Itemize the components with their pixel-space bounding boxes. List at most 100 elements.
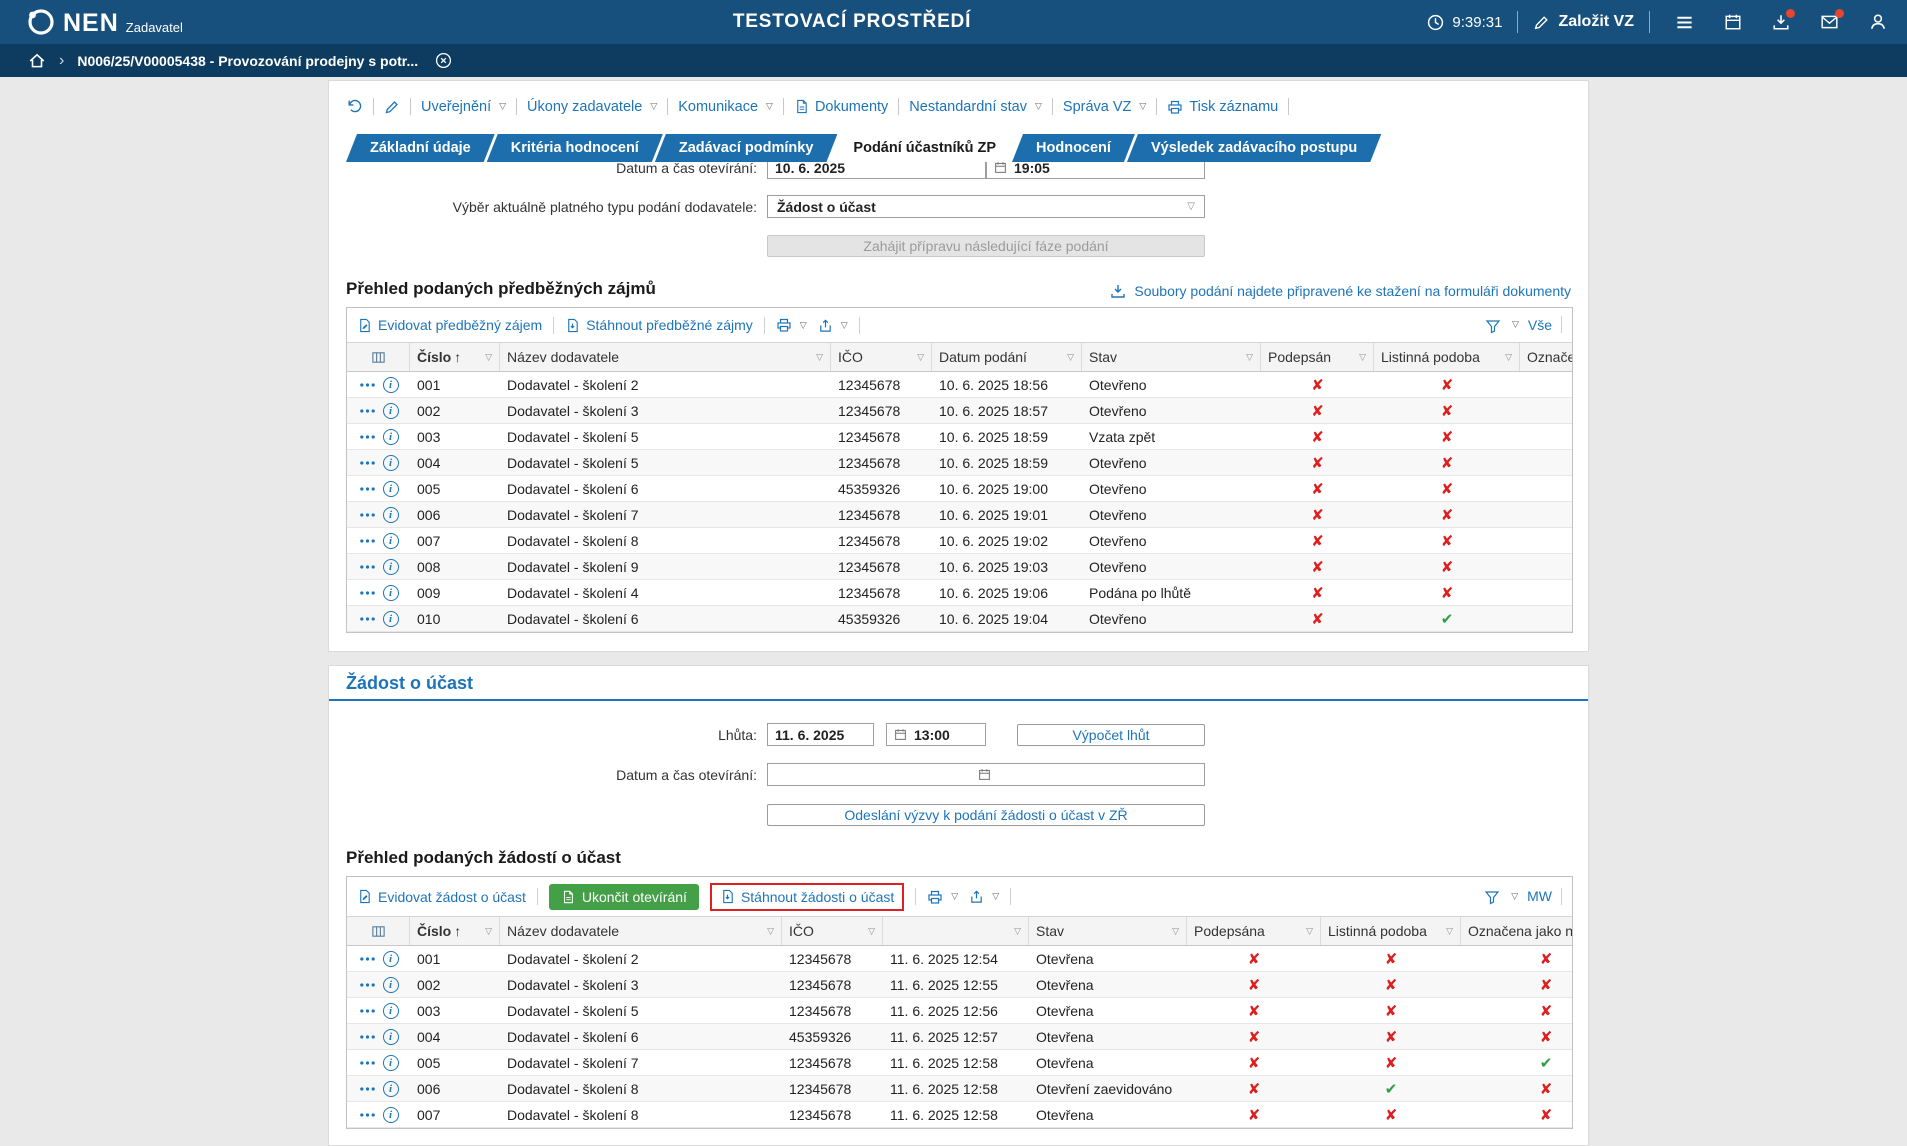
column-settings-button[interactable]: [347, 343, 410, 371]
tab-vysledek[interactable]: Výsledek zadávacího postupu: [1127, 134, 1381, 162]
table-row[interactable]: i 005 Dodavatel - školení 7 12345678 11.…: [347, 1050, 1572, 1076]
submission-type-select[interactable]: Žádost o účast ▽: [767, 195, 1205, 218]
info-icon[interactable]: i: [383, 533, 399, 549]
close-breadcrumb-button[interactable]: [435, 52, 452, 69]
start-next-phase-button[interactable]: Zahájit přípravu následující fáze podání: [767, 235, 1205, 257]
row-actions-button[interactable]: [359, 1086, 376, 1092]
submission-files-link[interactable]: Soubory podání najdete připravené ke sta…: [1110, 283, 1571, 299]
print-record-button[interactable]: Tisk záznamu: [1167, 99, 1278, 115]
info-icon[interactable]: i: [383, 429, 399, 445]
nen-logo[interactable]: NEN Zadavatel: [0, 7, 183, 37]
profile-button[interactable]: [1869, 13, 1887, 31]
tab-podani-ucastniku-zp[interactable]: Podání účastníků ZP: [829, 134, 1020, 162]
column-header-listinna[interactable]: Listinná podoba▽: [1321, 917, 1461, 945]
info-icon[interactable]: i: [383, 559, 399, 575]
row-actions-button[interactable]: [359, 1034, 376, 1040]
messages-button[interactable]: [1820, 13, 1839, 31]
tab-kriteria-hodnoceni[interactable]: Kritéria hodnocení: [487, 134, 663, 162]
export-table-button[interactable]: ▽: [969, 889, 999, 904]
table-row[interactable]: i 007 Dodavatel - školení 8 12345678 11.…: [347, 1102, 1572, 1128]
column-header-dodavatel[interactable]: Název dodavatele▽: [500, 917, 782, 945]
menu-uverejneni[interactable]: Uveřejnění▽: [421, 99, 506, 115]
opening-date-input[interactable]: 10. 6. 2025: [767, 162, 986, 179]
filter-button[interactable]: [1484, 888, 1500, 905]
column-header-datum[interactable]: Datum podání▽: [932, 343, 1082, 371]
column-header-podepsana[interactable]: Podepsána▽: [1187, 917, 1321, 945]
info-icon[interactable]: i: [383, 377, 399, 393]
row-actions-button[interactable]: [359, 538, 376, 544]
filter-button[interactable]: [1485, 316, 1501, 333]
table-row[interactable]: i 007 Dodavatel - školení 8 12345678 10.…: [347, 528, 1572, 554]
row-actions-button[interactable]: [359, 460, 376, 466]
breadcrumb-item[interactable]: N006/25/V00005438 - Provozování prodejny…: [77, 53, 418, 69]
view-selector[interactable]: Vše: [1528, 317, 1552, 333]
create-vz-button[interactable]: Založit VZ: [1533, 13, 1634, 31]
row-actions-button[interactable]: [359, 590, 376, 596]
column-header-dodavatel[interactable]: Název dodavatele▽: [500, 343, 831, 371]
info-icon[interactable]: i: [383, 481, 399, 497]
column-header-podepsan[interactable]: Podepsán▽: [1261, 343, 1374, 371]
info-icon[interactable]: i: [383, 1029, 399, 1045]
lhuta-time-input[interactable]: 13:00: [886, 723, 986, 746]
menu-nestandardni-stav[interactable]: Nestandardní stav▽: [909, 99, 1042, 115]
menu-sprava-vz[interactable]: Správa VZ▽: [1063, 99, 1146, 115]
downloads-button[interactable]: [1772, 13, 1790, 31]
table-row[interactable]: i 004 Dodavatel - školení 5 12345678 10.…: [347, 450, 1572, 476]
column-header-stav[interactable]: Stav▽: [1029, 917, 1187, 945]
evidovat-zadost-button[interactable]: Evidovat žádost o účast: [357, 889, 526, 905]
export-table-button[interactable]: ▽: [818, 318, 848, 333]
view-selector[interactable]: MW: [1527, 888, 1552, 904]
column-header-cislo[interactable]: Číslo↑▽: [410, 917, 500, 945]
column-header-cislo[interactable]: Číslo↑▽: [410, 343, 500, 371]
history-button[interactable]: [346, 98, 363, 115]
table-row[interactable]: i 010 Dodavatel - školení 6 45359326 10.…: [347, 606, 1572, 632]
table-row[interactable]: i 005 Dodavatel - školení 6 45359326 10.…: [347, 476, 1572, 502]
tab-zadavaci-podminky[interactable]: Zadávací podmínky: [655, 134, 838, 162]
table-row[interactable]: i 003 Dodavatel - školení 5 12345678 11.…: [347, 998, 1572, 1024]
info-icon[interactable]: i: [383, 1107, 399, 1123]
stahnout-zajmy-button[interactable]: Stáhnout předběžné zájmy: [565, 317, 753, 333]
column-settings-button[interactable]: [347, 917, 410, 945]
table-row[interactable]: i 004 Dodavatel - školení 6 45359326 11.…: [347, 1024, 1572, 1050]
row-actions-button[interactable]: [359, 982, 376, 988]
column-header-oznacena[interactable]: Označena jako ne: [1461, 917, 1573, 945]
column-header-oznacen[interactable]: Označe: [1520, 343, 1573, 371]
row-actions-button[interactable]: [359, 486, 376, 492]
opening-datetime-input[interactable]: [767, 763, 1205, 786]
print-table-button[interactable]: ▽: [927, 889, 958, 905]
odeslani-vyzvy-button[interactable]: Odeslání výzvy k podání žádosti o účast …: [767, 804, 1205, 826]
ukoncit-otevirani-button[interactable]: Ukončit otevírání: [549, 884, 699, 910]
table-row[interactable]: i 006 Dodavatel - školení 8 12345678 11.…: [347, 1076, 1572, 1102]
row-actions-button[interactable]: [359, 512, 376, 518]
tab-zakladni-udaje[interactable]: Základní údaje: [346, 134, 495, 162]
row-actions-button[interactable]: [359, 616, 376, 622]
calendar-button[interactable]: [1724, 13, 1742, 31]
column-header-listinna[interactable]: Listinná podoba▽: [1374, 343, 1520, 371]
row-actions-button[interactable]: [359, 564, 376, 570]
opening-time-input[interactable]: 19:05: [986, 162, 1205, 179]
info-icon[interactable]: i: [383, 1081, 399, 1097]
vypocet-lhut-button[interactable]: Výpočet lhůt: [1017, 724, 1205, 746]
info-icon[interactable]: i: [383, 507, 399, 523]
table-row[interactable]: i 008 Dodavatel - školení 9 12345678 10.…: [347, 554, 1572, 580]
evidovat-zajem-button[interactable]: Evidovat předběžný zájem: [357, 317, 542, 333]
table-row[interactable]: i 006 Dodavatel - školení 7 12345678 10.…: [347, 502, 1572, 528]
table-row[interactable]: i 009 Dodavatel - školení 4 12345678 10.…: [347, 580, 1572, 606]
column-header-ico[interactable]: IČO▽: [782, 917, 883, 945]
row-actions-button[interactable]: [359, 1008, 376, 1014]
menu-komunikace[interactable]: Komunikace▽: [678, 99, 773, 115]
info-icon[interactable]: i: [383, 585, 399, 601]
info-icon[interactable]: i: [383, 611, 399, 627]
info-icon[interactable]: i: [383, 951, 399, 967]
info-icon[interactable]: i: [383, 455, 399, 471]
table-row[interactable]: i 003 Dodavatel - školení 5 12345678 10.…: [347, 424, 1572, 450]
row-actions-button[interactable]: [359, 434, 376, 440]
row-actions-button[interactable]: [359, 956, 376, 962]
table-row[interactable]: i 001 Dodavatel - školení 2 12345678 10.…: [347, 372, 1572, 398]
lhuta-date-input[interactable]: 11. 6. 2025: [767, 723, 874, 746]
info-icon[interactable]: i: [383, 1003, 399, 1019]
column-header-datum[interactable]: ▽: [883, 917, 1029, 945]
row-actions-button[interactable]: [359, 1112, 376, 1118]
menu-ukony-zadavatele[interactable]: Úkony zadavatele▽: [527, 99, 657, 115]
menu-dokumenty[interactable]: Dokumenty: [794, 99, 888, 115]
